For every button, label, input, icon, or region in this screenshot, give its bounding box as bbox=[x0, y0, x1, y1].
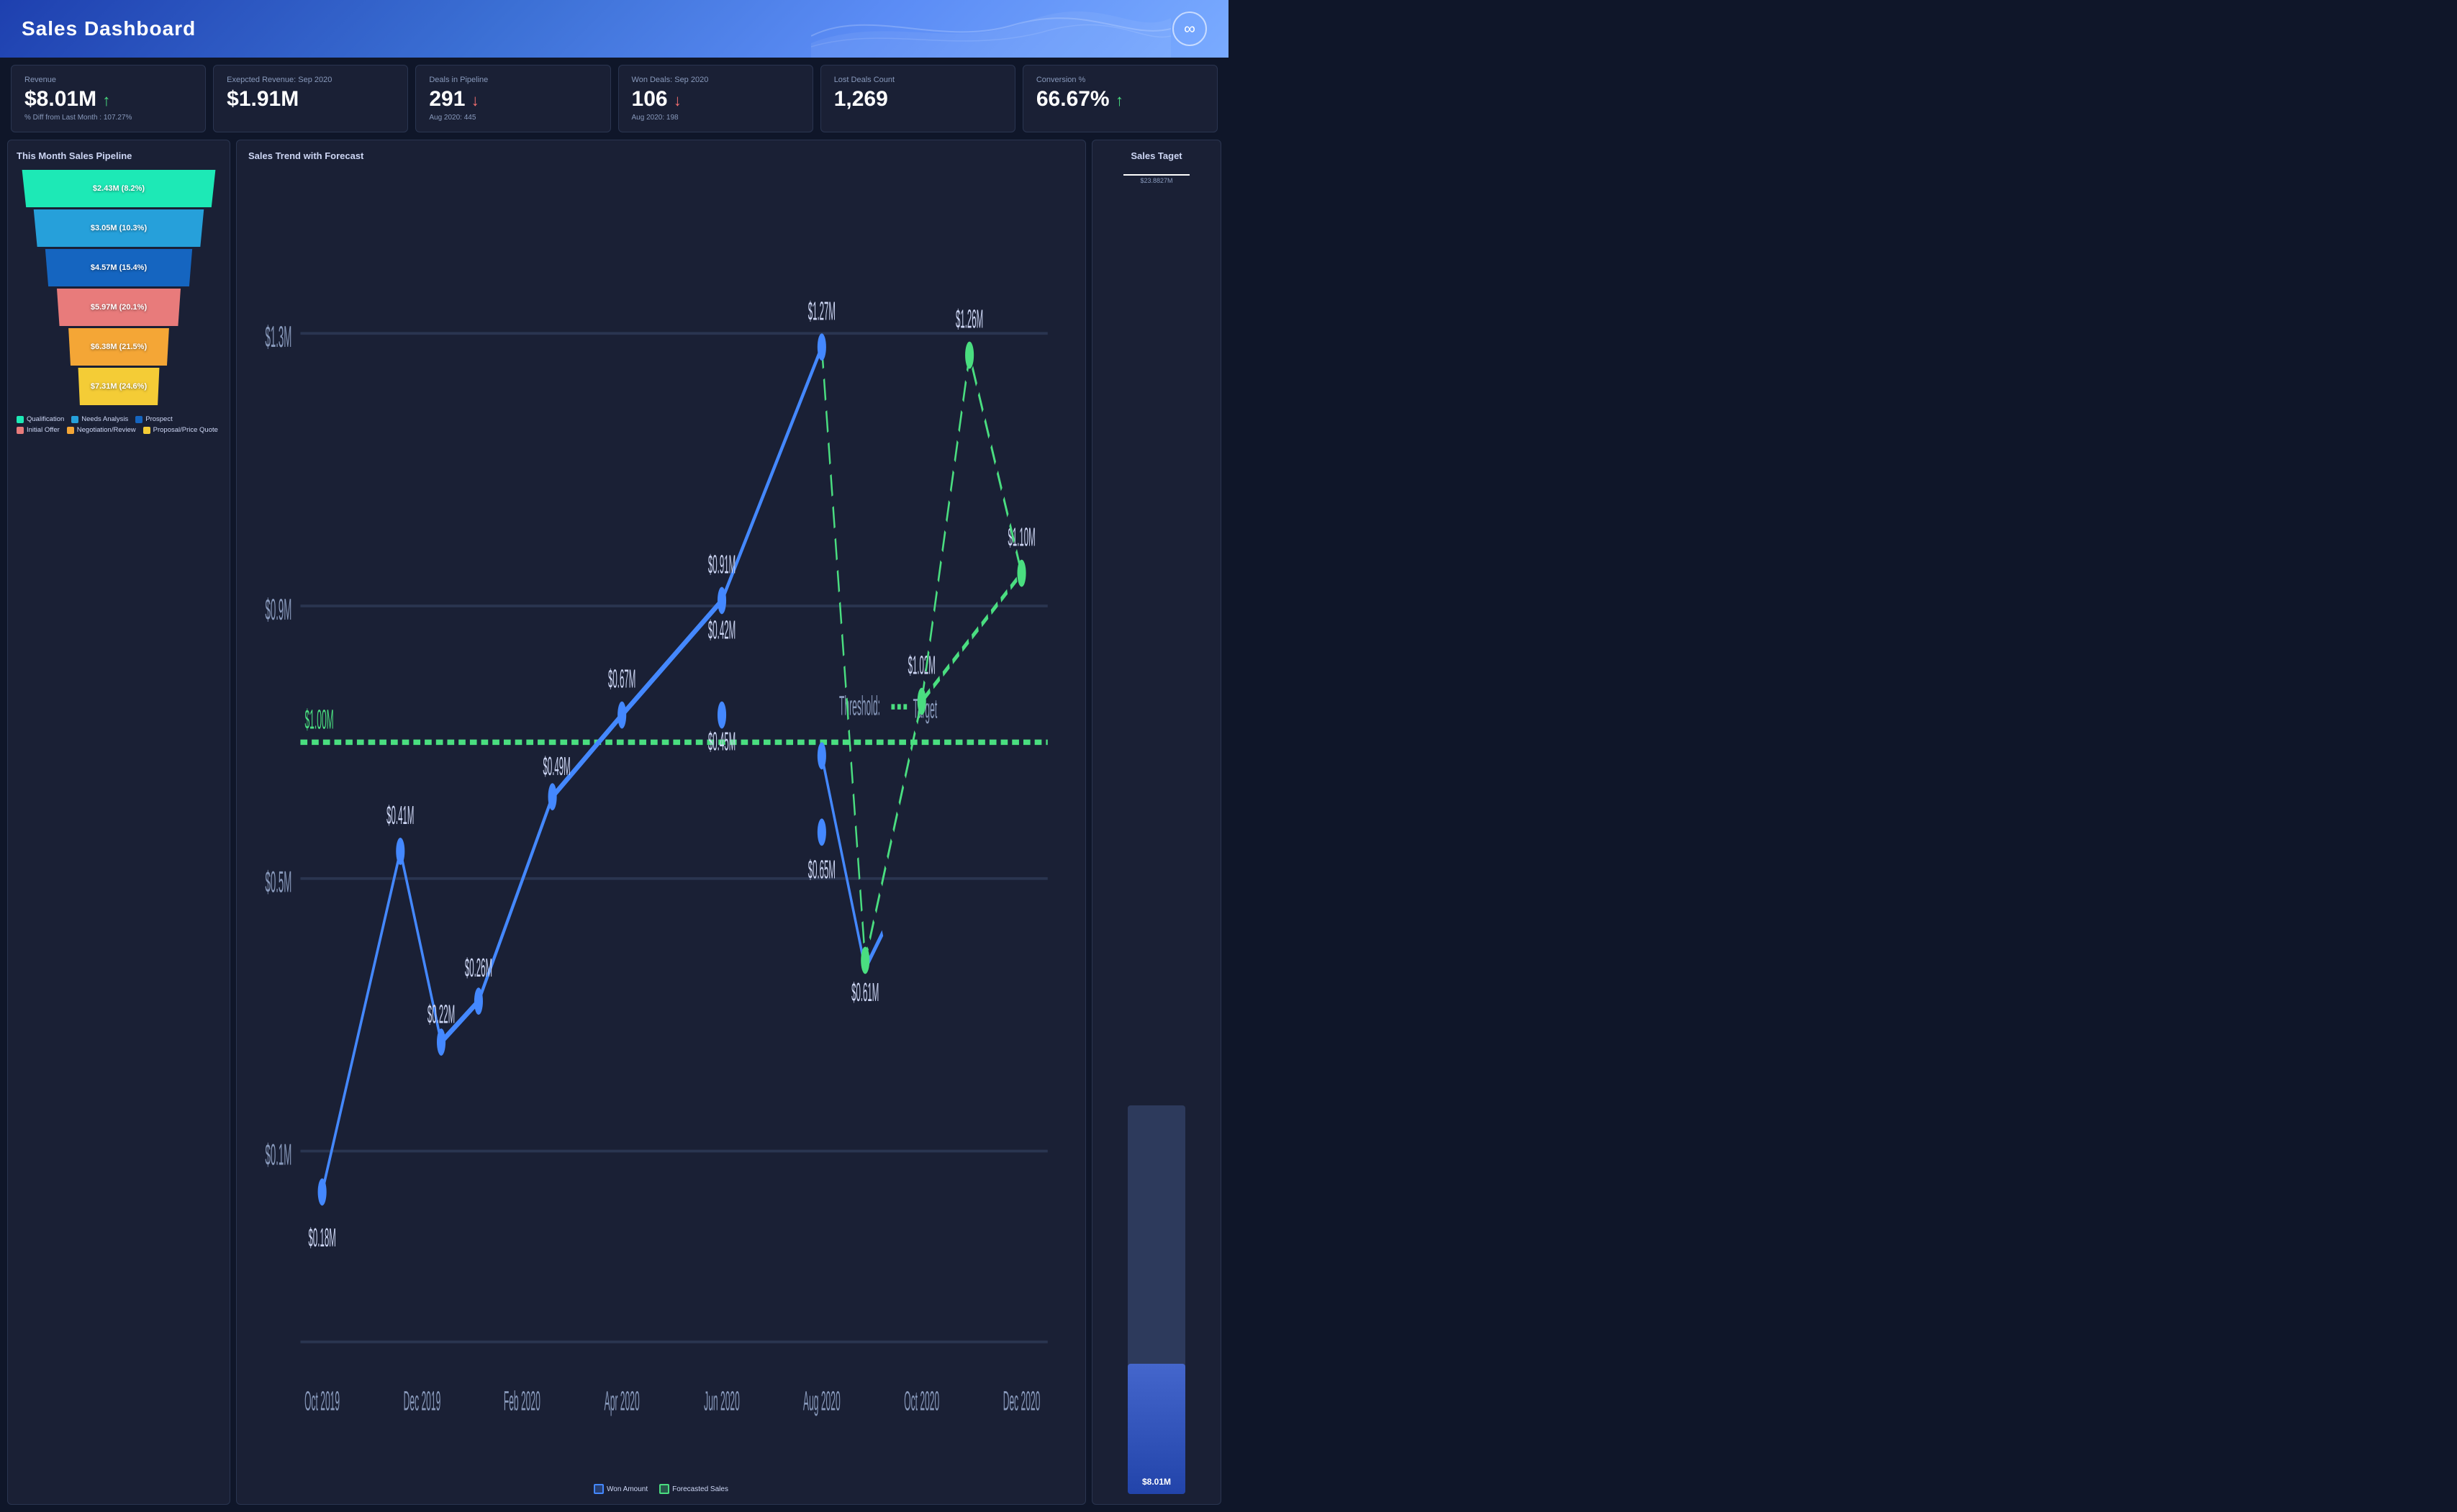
svg-text:Feb 2020: Feb 2020 bbox=[504, 1386, 540, 1416]
kpi-card-4: Lost Deals Count 1,269 bbox=[820, 65, 1015, 132]
funnel-bar-0: $2.43M (8.2%) bbox=[18, 170, 220, 207]
header-wave bbox=[811, 0, 1171, 58]
main-content: This Month Sales Pipeline $2.43M (8.2%)$… bbox=[0, 140, 1228, 1512]
svg-text:Oct 2020: Oct 2020 bbox=[904, 1386, 939, 1416]
funnel-bar-2: $4.57M (15.4%) bbox=[42, 249, 196, 286]
funnel-bar-4: $6.38M (21.5%) bbox=[66, 328, 171, 366]
svg-text:$0.49M: $0.49M bbox=[543, 751, 570, 780]
kpi-label-4: Lost Deals Count bbox=[834, 76, 1002, 84]
chart-area: $1.3M $0.9M $0.5M $0.1M Oct 2019 Dec 201… bbox=[248, 170, 1074, 1478]
kpi-card-1: Exepcted Revenue: Sep 2020 $1.91M bbox=[213, 65, 408, 132]
svg-text:$0.67M: $0.67M bbox=[608, 664, 635, 693]
sales-target-panel: Sales Taget $23.8827M $8.01M bbox=[1092, 140, 1221, 1505]
svg-text:$0.42M: $0.42M bbox=[708, 615, 736, 644]
target-bar-fill bbox=[1128, 1364, 1185, 1494]
legend-dot-1 bbox=[71, 416, 78, 423]
svg-text:Oct 2019: Oct 2019 bbox=[304, 1386, 340, 1416]
page-title: Sales Dashboard bbox=[22, 17, 196, 40]
svg-text:$1.00M: $1.00M bbox=[304, 705, 333, 735]
target-bar-container: $8.01M bbox=[1101, 194, 1212, 1494]
svg-text:$0.91M: $0.91M bbox=[708, 550, 736, 579]
kpi-value-4: 1,269 bbox=[834, 87, 1002, 111]
svg-text:$1.27M: $1.27M bbox=[808, 296, 836, 325]
legend-label-1: Needs Analysis bbox=[81, 415, 128, 423]
kpi-card-0: Revenue $8.01M ↑ % Diff from Last Month … bbox=[11, 65, 206, 132]
svg-text:$1.02M: $1.02M bbox=[908, 651, 936, 679]
legend-item-0: Qualification bbox=[17, 415, 64, 423]
funnel-bar-1: $3.05M (10.3%) bbox=[30, 209, 207, 247]
svg-text:$0.65M: $0.65M bbox=[808, 855, 836, 884]
legend-dot-3 bbox=[17, 427, 24, 434]
funnel-bar-3: $5.97M (20.1%) bbox=[54, 289, 183, 326]
legend-label-3: Initial Offer bbox=[27, 426, 60, 434]
sales-target-title: Sales Taget bbox=[1131, 150, 1182, 161]
kpi-row: Revenue $8.01M ↑ % Diff from Last Month … bbox=[0, 58, 1228, 140]
kpi-label-3: Won Deals: Sep 2020 bbox=[632, 76, 800, 84]
svg-text:$0.61M: $0.61M bbox=[851, 978, 879, 1007]
kpi-label-1: Exepcted Revenue: Sep 2020 bbox=[227, 76, 394, 84]
kpi-value-2: 291 ↓ bbox=[429, 87, 597, 111]
kpi-sub-0: % Diff from Last Month : 107.27% bbox=[24, 114, 192, 122]
legend-item-1: Needs Analysis bbox=[71, 415, 128, 423]
funnel-legend: Qualification Needs Analysis Prospect In… bbox=[17, 415, 221, 434]
svg-text:Jun 2020: Jun 2020 bbox=[704, 1386, 740, 1416]
funnel-chart: $2.43M (8.2%)$3.05M (10.3%)$4.57M (15.4%… bbox=[17, 170, 221, 405]
kpi-value-3: 106 ↓ bbox=[632, 87, 800, 111]
kpi-card-5: Conversion % 66.67% ↑ bbox=[1023, 65, 1218, 132]
funnel-panel: This Month Sales Pipeline $2.43M (8.2%)$… bbox=[7, 140, 230, 1505]
kpi-sub-2: Aug 2020: 445 bbox=[429, 114, 597, 122]
svg-text:$0.45M: $0.45M bbox=[708, 727, 736, 756]
svg-text:Dec 2019: Dec 2019 bbox=[404, 1386, 441, 1416]
legend-item-4: Negotiation/Review bbox=[67, 426, 136, 434]
legend-dot-2 bbox=[135, 416, 142, 423]
kpi-sub-3: Aug 2020: 198 bbox=[632, 114, 800, 122]
svg-text:Dec 2020: Dec 2020 bbox=[1003, 1386, 1041, 1416]
svg-text:$0.26M: $0.26M bbox=[465, 954, 492, 982]
target-value-text: $23.8827M bbox=[1140, 177, 1172, 184]
svg-text:Apr 2020: Apr 2020 bbox=[605, 1386, 640, 1416]
target-current-value: $8.01M bbox=[1128, 1477, 1185, 1487]
svg-text:$1.26M: $1.26M bbox=[956, 304, 983, 333]
kpi-value-1: $1.91M bbox=[227, 87, 394, 111]
svg-text:$1.3M: $1.3M bbox=[265, 320, 291, 353]
legend-label-4: Negotiation/Review bbox=[77, 426, 136, 434]
legend-label-0: Qualification bbox=[27, 415, 64, 423]
kpi-value-5: 66.67% ↑ bbox=[1036, 87, 1204, 111]
kpi-label-5: Conversion % bbox=[1036, 76, 1204, 84]
logo-icon: ∞ bbox=[1172, 12, 1207, 46]
kpi-card-3: Won Deals: Sep 2020 106 ↓ Aug 2020: 198 bbox=[618, 65, 813, 132]
svg-text:$0.1M: $0.1M bbox=[265, 1138, 291, 1172]
kpi-label-2: Deals in Pipeline bbox=[429, 76, 597, 84]
legend-forecast: Forecasted Sales bbox=[659, 1484, 728, 1494]
svg-text:$0.41M: $0.41M bbox=[386, 801, 414, 830]
legend-won-amount: Won Amount bbox=[594, 1484, 648, 1494]
svg-text:Aug 2020: Aug 2020 bbox=[803, 1386, 841, 1416]
legend-label-5: Proposal/Price Quote bbox=[153, 426, 218, 434]
svg-text:$0.18M: $0.18M bbox=[309, 1223, 336, 1252]
line-chart-svg: $1.3M $0.9M $0.5M $0.1M Oct 2019 Dec 201… bbox=[248, 170, 1074, 1478]
legend-dot-5 bbox=[143, 427, 150, 434]
chart-panel: Sales Trend with Forecast $1.3M $0.9M $0… bbox=[236, 140, 1086, 1505]
kpi-label-0: Revenue bbox=[24, 76, 192, 84]
legend-item-3: Initial Offer bbox=[17, 426, 60, 434]
svg-text:$0.5M: $0.5M bbox=[265, 865, 291, 899]
legend-label-2: Prospect bbox=[145, 415, 173, 423]
svg-text:Threshold:: Threshold: bbox=[839, 691, 880, 721]
chart-legend: Won Amount Forecasted Sales bbox=[248, 1484, 1074, 1494]
kpi-card-2: Deals in Pipeline 291 ↓ Aug 2020: 445 bbox=[415, 65, 610, 132]
kpi-value-0: $8.01M ↑ bbox=[24, 87, 192, 111]
header: Sales Dashboard ∞ bbox=[0, 0, 1228, 58]
legend-dot-0 bbox=[17, 416, 24, 423]
target-bar-background: $8.01M bbox=[1128, 1105, 1185, 1494]
chart-title: Sales Trend with Forecast bbox=[248, 150, 1074, 161]
legend-item-5: Proposal/Price Quote bbox=[143, 426, 218, 434]
funnel-title: This Month Sales Pipeline bbox=[17, 150, 221, 161]
svg-text:$0.22M: $0.22M bbox=[427, 1000, 455, 1028]
target-line-separator bbox=[1101, 174, 1212, 176]
svg-text:$0.9M: $0.9M bbox=[265, 592, 291, 626]
funnel-bar-5: $7.31M (24.6%) bbox=[76, 368, 161, 405]
legend-item-2: Prospect bbox=[135, 415, 173, 423]
legend-dot-4 bbox=[67, 427, 74, 434]
